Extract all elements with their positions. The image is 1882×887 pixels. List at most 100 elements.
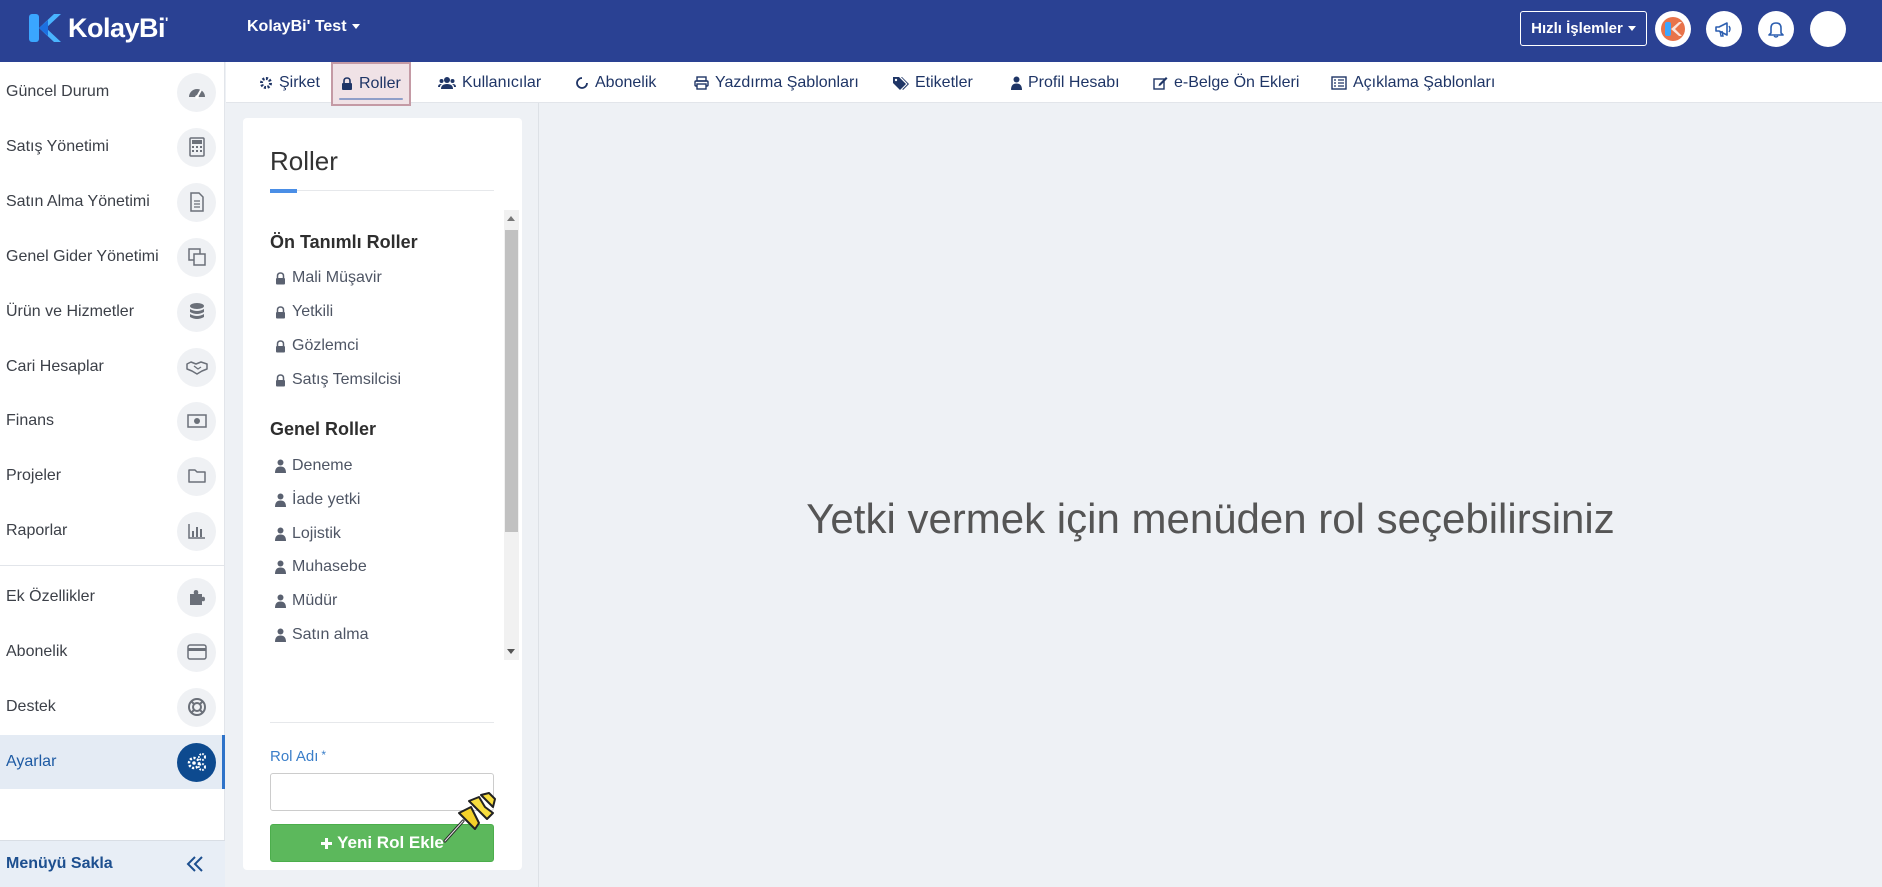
role-item-general[interactable]: İade yetki xyxy=(275,491,360,509)
credit-card-icon xyxy=(177,632,216,672)
sidebar-item-ek-ozellikler[interactable]: Ek Özellikler xyxy=(0,570,225,624)
lock-icon xyxy=(275,305,286,319)
empty-state-message: Yetki vermek için menüden rol seçebilirs… xyxy=(806,495,1615,542)
sidebar-item-label: Güncel Durum xyxy=(6,83,110,100)
scroll-up-arrow-icon[interactable] xyxy=(507,216,515,221)
calculator-icon xyxy=(177,127,216,167)
tab-etiketler[interactable]: Etiketler xyxy=(892,62,973,103)
hide-menu-button[interactable]: Menüyü Sakla xyxy=(0,840,225,887)
users-icon xyxy=(438,76,456,90)
tab-roller[interactable]: Roller xyxy=(331,62,411,106)
sidebar-item-label: Raporlar xyxy=(6,522,68,539)
sidebar-item-satis-yonetimi[interactable]: Satış Yönetimi xyxy=(0,120,225,174)
print-icon xyxy=(694,75,709,90)
edit-icon xyxy=(1153,76,1168,90)
sidebar-item-destek[interactable]: Destek xyxy=(0,680,225,734)
role-item-general[interactable]: Deneme xyxy=(275,457,352,475)
role-item-predefined[interactable]: Gözlemci xyxy=(275,337,359,355)
tab-aciklama-sablonlari[interactable]: Açıklama Şablonları xyxy=(1331,62,1495,103)
add-role-label: Yeni Rol Ekle xyxy=(337,833,444,852)
pushpin-cursor-icon xyxy=(443,792,496,843)
quick-actions-button[interactable]: Hızlı İşlemler xyxy=(1520,11,1647,46)
gears-icon xyxy=(177,742,216,782)
sidebar-item-raporlar[interactable]: Raporlar xyxy=(0,504,225,558)
tab-label: Abonelik xyxy=(595,73,657,91)
hide-menu-label: Menüyü Sakla xyxy=(6,855,113,872)
sidebar-item-guncel-durum[interactable]: Güncel Durum xyxy=(0,65,225,119)
tab-abonelik[interactable]: Abonelik xyxy=(575,62,656,103)
scrollbar-thumb[interactable] xyxy=(505,230,518,532)
sidebar-item-genel-gider[interactable]: Genel Gider Yönetimi xyxy=(0,230,225,284)
money-icon xyxy=(177,401,216,441)
tab-label: Yazdırma Şablonları xyxy=(715,73,859,91)
sidebar-item-urun-hizmetler[interactable]: Ürün ve Hizmetler xyxy=(0,285,225,339)
tab-profil-hesabi[interactable]: Profil Hesabı xyxy=(1011,62,1120,103)
sidebar-item-label: Genel Gider Yönetimi xyxy=(6,248,159,265)
bell-icon xyxy=(1768,22,1784,38)
page-title: Roller xyxy=(270,146,338,176)
sidebar-item-projeler[interactable]: Projeler xyxy=(0,449,225,503)
tags-icon xyxy=(892,76,909,90)
role-item-predefined[interactable]: Mali Müşavir xyxy=(275,269,382,287)
plus-icon xyxy=(321,837,333,849)
role-label: Muhasebe xyxy=(292,558,367,575)
brand-name: KolayBi' xyxy=(68,12,168,43)
sidebar-item-label: Destek xyxy=(6,698,56,715)
sidebar-item-satin-alma[interactable]: Satın Alma Yönetimi xyxy=(0,175,225,229)
general-roles-heading: Genel Roller xyxy=(270,419,377,439)
roles-panel: Roller Ön Tanımlı Roller Mali Müşavir Ye… xyxy=(243,118,522,870)
title-divider xyxy=(270,190,494,191)
document-icon xyxy=(177,182,216,222)
role-label: İade yetki xyxy=(292,491,361,508)
user-icon xyxy=(275,560,286,574)
user-avatar[interactable] xyxy=(1810,11,1846,47)
app-logo-icon xyxy=(1661,17,1685,41)
user-icon xyxy=(275,459,286,473)
puzzle-icon xyxy=(177,577,216,617)
role-item-predefined[interactable]: Satış Temsilcisi xyxy=(275,371,401,389)
tab-ebelge-on-ekleri[interactable]: e-Belge Ön Ekleri xyxy=(1153,62,1299,103)
lock-icon xyxy=(275,271,286,285)
dashboard-icon xyxy=(177,72,216,112)
tab-label: Şirket xyxy=(279,73,320,91)
tab-yazdirma-sablonlari[interactable]: Yazdırma Şablonları xyxy=(694,62,859,103)
role-label: Yetkili xyxy=(292,303,334,320)
sidebar-item-finans[interactable]: Finans xyxy=(0,394,225,448)
handshake-icon xyxy=(177,347,216,387)
tab-kullanicilar[interactable]: Kullanıcılar xyxy=(438,62,541,103)
sidebar-item-ayarlar[interactable]: Ayarlar xyxy=(0,735,225,789)
tab-label: Açıklama Şablonları xyxy=(1353,73,1496,91)
sidebar-item-abonelik[interactable]: Abonelik xyxy=(0,625,225,679)
user-icon xyxy=(275,628,286,642)
brand-logo[interactable]: KolayBi' xyxy=(28,12,168,44)
role-label: Gözlemci xyxy=(292,337,359,354)
roles-list[interactable]: Ön Tanımlı Roller Mali Müşavir Yetkili G… xyxy=(243,210,522,660)
sidebar-item-label: Projeler xyxy=(6,467,62,484)
role-label: Mali Müşavir xyxy=(292,269,382,286)
sidebar-item-label: Cari Hesaplar xyxy=(6,358,104,375)
chevron-down-icon xyxy=(1627,26,1636,31)
scroll-down-arrow-icon[interactable] xyxy=(507,649,515,654)
role-item-general[interactable]: Satın alma xyxy=(275,626,368,644)
bar-chart-icon xyxy=(177,511,216,551)
chevron-down-icon xyxy=(351,24,360,30)
lock-icon xyxy=(341,77,353,91)
user-icon xyxy=(275,493,286,507)
sidebar-item-cari-hesaplar[interactable]: Cari Hesaplar xyxy=(0,340,225,394)
app-switcher-button[interactable] xyxy=(1655,11,1691,47)
role-item-general[interactable]: Muhasebe xyxy=(275,558,367,576)
tab-sirket[interactable]: Şirket xyxy=(259,62,320,103)
predefined-roles-heading: Ön Tanımlı Roller xyxy=(270,232,418,252)
role-item-general[interactable]: Müdür xyxy=(275,592,337,610)
company-switcher[interactable]: KolayBi' Test xyxy=(247,18,360,36)
role-item-general[interactable]: Lojistik xyxy=(275,525,341,543)
role-item-predefined[interactable]: Yetkili xyxy=(275,303,333,321)
roles-list-scrollbar[interactable] xyxy=(504,210,519,660)
megaphone-icon xyxy=(1715,22,1731,37)
user-icon xyxy=(275,594,286,608)
announcements-button[interactable] xyxy=(1706,11,1742,47)
title-accent-bar xyxy=(270,189,297,193)
tab-label: e-Belge Ön Ekleri xyxy=(1174,73,1300,91)
notifications-button[interactable] xyxy=(1758,11,1794,47)
sidebar-item-label: Satın Alma Yönetimi xyxy=(6,193,150,210)
